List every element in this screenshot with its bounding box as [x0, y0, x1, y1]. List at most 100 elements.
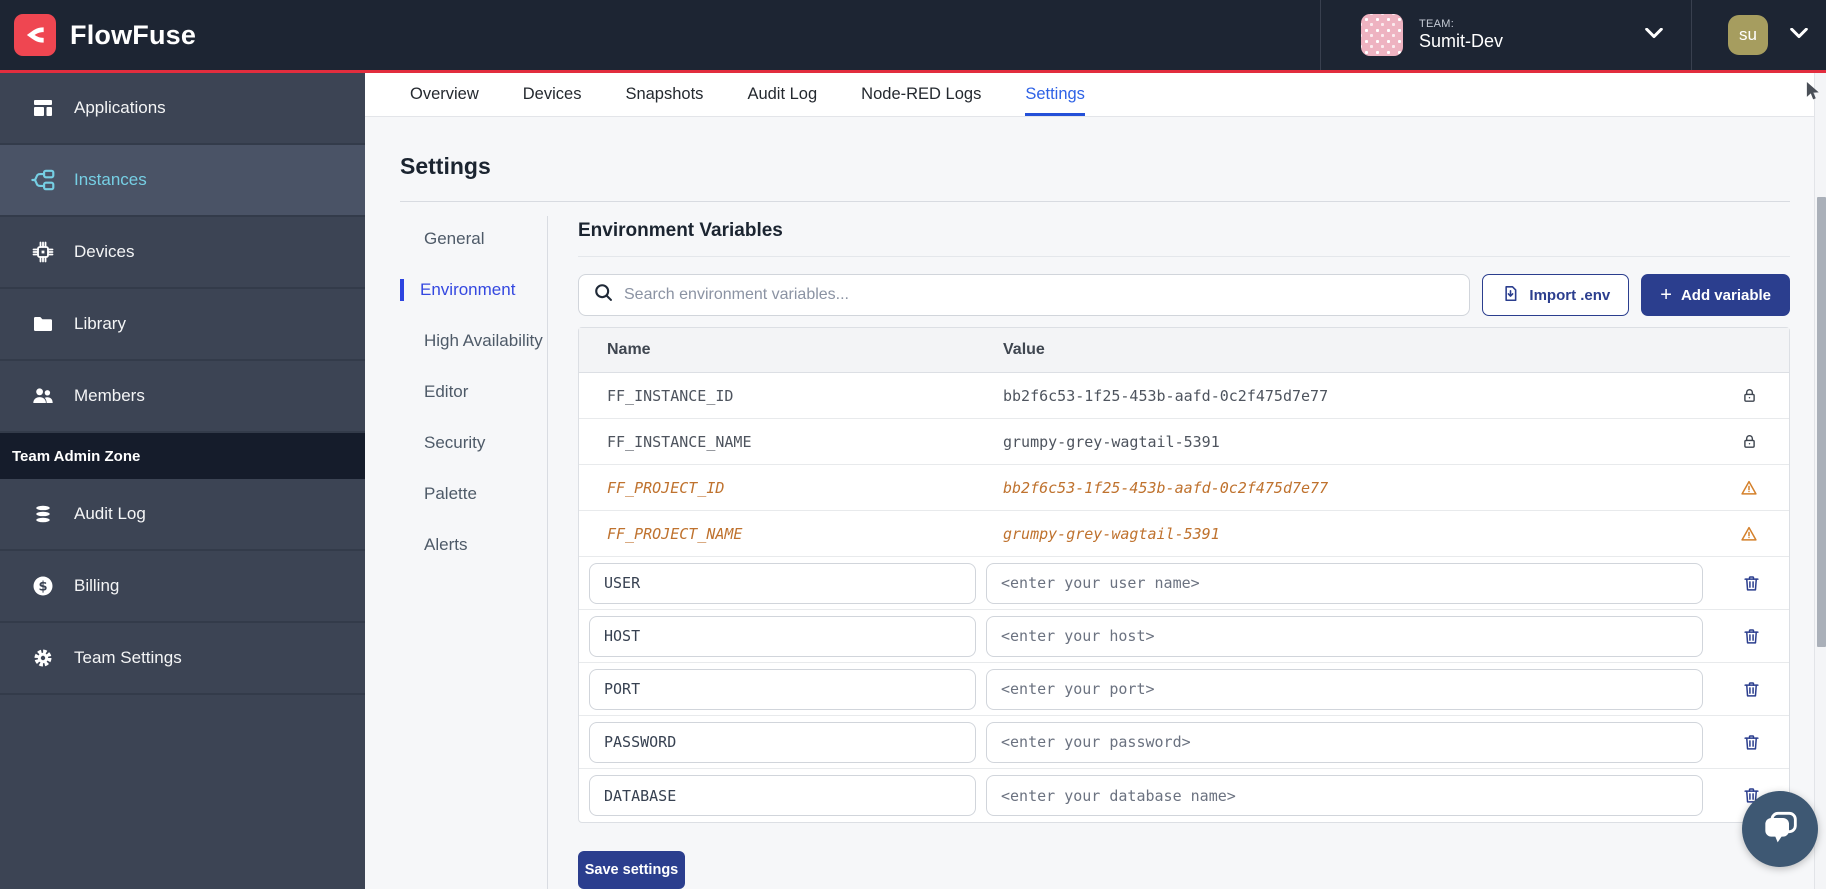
- lock-icon: [1709, 433, 1789, 450]
- env-var-name-input[interactable]: [589, 563, 976, 604]
- sidebar-item-library[interactable]: Library: [0, 289, 365, 361]
- sidebar-section-team-admin-zone: Team Admin Zone: [0, 433, 365, 479]
- sidebar-item-label: Audit Log: [74, 504, 146, 524]
- add-variable-button[interactable]: + Add variable: [1641, 274, 1790, 316]
- env-var-value-input[interactable]: [986, 669, 1703, 710]
- env-var-name-input[interactable]: [589, 722, 976, 763]
- sidebar-item-members[interactable]: Members: [0, 361, 365, 433]
- table-row: [579, 557, 1789, 610]
- team-switcher[interactable]: TEAM: Sumit-Dev: [1321, 0, 1691, 70]
- tab-devices[interactable]: Devices: [523, 73, 582, 116]
- sidebar-item-team-settings[interactable]: Team Settings: [0, 623, 365, 695]
- sidebar-item-label: Library: [74, 314, 126, 334]
- env-var-name: FF_PROJECT_NAME: [579, 525, 975, 543]
- trash-icon[interactable]: [1713, 627, 1789, 646]
- sidebar-item-label: Devices: [74, 242, 134, 262]
- instance-tabbar: Overview Devices Snapshots Audit Log Nod…: [365, 73, 1814, 117]
- header-accent-line: [0, 70, 1826, 73]
- instances-icon: [30, 167, 56, 193]
- tab-overview[interactable]: Overview: [410, 73, 479, 116]
- import-file-icon: [1501, 284, 1520, 307]
- sidebar-item-applications[interactable]: Applications: [0, 73, 365, 145]
- team-name: Sumit-Dev: [1419, 31, 1503, 52]
- warning-icon: [1709, 525, 1789, 543]
- sidebar-item-label: Team Settings: [74, 648, 182, 668]
- save-settings-button[interactable]: Save settings: [578, 851, 685, 889]
- sidebar-item-label: Members: [74, 386, 145, 406]
- search-box: [578, 274, 1470, 316]
- settings-nav-high-availability[interactable]: High Availability: [400, 330, 547, 352]
- sidebar-item-label: Instances: [74, 170, 147, 190]
- env-var-name-input[interactable]: [589, 669, 976, 710]
- table-row: FF_INSTANCE_ID bb2f6c53-1f25-453b-aafd-0…: [579, 373, 1789, 419]
- env-var-value-input[interactable]: [986, 563, 1703, 604]
- applications-icon: [30, 95, 56, 121]
- trash-icon[interactable]: [1713, 574, 1789, 593]
- add-variable-label: Add variable: [1681, 287, 1771, 304]
- dollar-circle-icon: $: [30, 573, 56, 599]
- env-var-name: FF_INSTANCE_ID: [579, 387, 975, 405]
- settings-nav-alerts[interactable]: Alerts: [400, 534, 547, 556]
- flowfuse-logo-icon: [14, 14, 56, 56]
- tab-snapshots[interactable]: Snapshots: [625, 73, 703, 116]
- trash-icon[interactable]: [1713, 680, 1789, 699]
- team-avatar: [1361, 14, 1403, 56]
- settings-nav-palette[interactable]: Palette: [400, 483, 547, 505]
- plus-icon: +: [1660, 285, 1672, 305]
- settings-subnav: General Environment High Availability Ed…: [400, 216, 548, 889]
- sidebar-item-label: Applications: [74, 98, 166, 118]
- env-var-value: grumpy-grey-wagtail-5391: [975, 433, 1709, 451]
- search-input[interactable]: [624, 286, 1455, 304]
- scrollbar-track[interactable]: [1814, 73, 1826, 889]
- column-header-value: Value: [975, 341, 1709, 359]
- env-var-value: grumpy-grey-wagtail-5391: [975, 525, 1709, 543]
- settings-nav-editor[interactable]: Editor: [400, 381, 547, 403]
- tab-settings[interactable]: Settings: [1025, 73, 1085, 116]
- gear-icon: [30, 645, 56, 671]
- sidebar-item-devices[interactable]: Devices: [0, 217, 365, 289]
- env-var-value: bb2f6c53-1f25-453b-aafd-0c2f475d7e77: [975, 387, 1709, 405]
- page-title: Settings: [400, 153, 1790, 180]
- user-avatar: su: [1728, 15, 1768, 55]
- env-var-value-input[interactable]: [986, 616, 1703, 657]
- settings-nav-general[interactable]: General: [400, 228, 547, 250]
- settings-nav-security[interactable]: Security: [400, 432, 547, 454]
- database-icon: [30, 501, 56, 527]
- mouse-cursor: [1806, 82, 1822, 106]
- env-var-name-input[interactable]: [589, 616, 976, 657]
- import-env-button[interactable]: Import .env: [1482, 274, 1629, 316]
- section-divider: [578, 256, 1790, 257]
- sidebar-item-instances[interactable]: Instances: [0, 145, 365, 217]
- search-icon: [593, 282, 614, 308]
- chat-widget-button[interactable]: [1742, 791, 1818, 867]
- env-var-value-input[interactable]: [986, 775, 1703, 816]
- section-title: Environment Variables: [578, 216, 1790, 242]
- sidebar-item-audit-log[interactable]: Audit Log: [0, 479, 365, 551]
- sidebar-item-label: Billing: [74, 576, 119, 596]
- warning-icon: [1709, 479, 1789, 497]
- env-var-name-input[interactable]: [589, 775, 976, 816]
- tab-node-red-logs[interactable]: Node-RED Logs: [861, 73, 981, 116]
- scrollbar-thumb[interactable]: [1817, 197, 1826, 647]
- column-header-name: Name: [579, 341, 975, 359]
- users-icon: [30, 383, 56, 409]
- brand-logo[interactable]: FlowFuse: [0, 14, 196, 56]
- environment-panel: Environment Variables Import .env: [578, 216, 1790, 889]
- chevron-down-icon: [1645, 26, 1663, 44]
- table-row: [579, 716, 1789, 769]
- trash-icon[interactable]: [1713, 733, 1789, 752]
- tab-audit-log[interactable]: Audit Log: [747, 73, 817, 116]
- folder-icon: [30, 311, 56, 337]
- chat-icon: [1760, 807, 1800, 852]
- table-row: [579, 663, 1789, 716]
- table-row: FF_PROJECT_NAME grumpy-grey-wagtail-5391: [579, 511, 1789, 557]
- table-header: Name Value: [579, 328, 1789, 373]
- title-divider: [400, 201, 1790, 202]
- user-menu[interactable]: su: [1692, 0, 1826, 70]
- svg-text:$: $: [38, 580, 47, 595]
- table-row: FF_INSTANCE_NAME grumpy-grey-wagtail-539…: [579, 419, 1789, 465]
- settings-nav-environment[interactable]: Environment: [400, 279, 547, 301]
- env-var-value-input[interactable]: [986, 722, 1703, 763]
- sidebar-item-billing[interactable]: $ Billing: [0, 551, 365, 623]
- table-row: [579, 769, 1789, 822]
